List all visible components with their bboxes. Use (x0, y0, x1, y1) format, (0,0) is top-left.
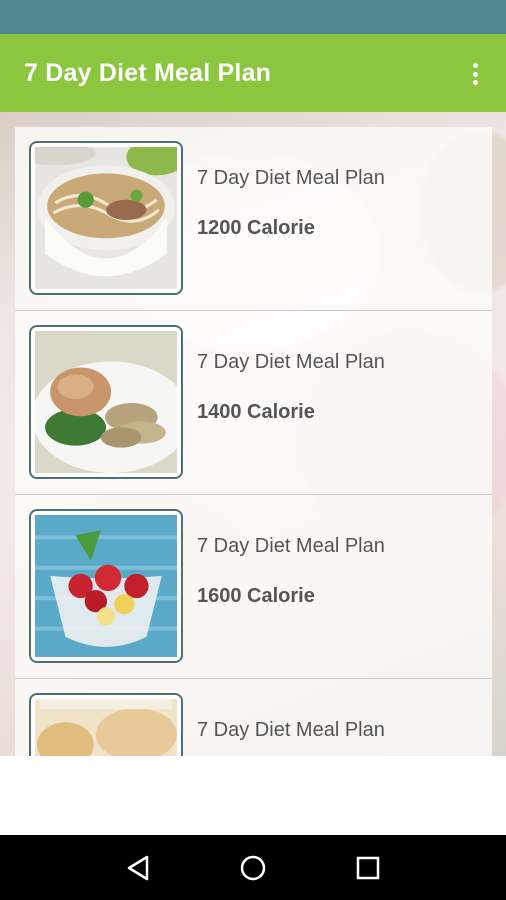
status-bar (0, 0, 506, 34)
app-title: 7 Day Diet Meal Plan (24, 58, 272, 87)
app-bar: 7 Day Diet Meal Plan (0, 34, 506, 112)
meal-plan-card[interactable]: 7 Day Diet Meal Plan 1400 Calorie (15, 311, 492, 495)
recents-square-icon[interactable] (348, 848, 388, 888)
meal-plan-list: 7 Day Diet Meal Plan 1200 Calorie 7 Day … (15, 127, 492, 756)
noodle-soup-image (29, 141, 183, 295)
fruit-parfait-image (29, 509, 183, 663)
chicken-plate-image (29, 325, 183, 479)
plan-calorie: 1400 Calorie (197, 401, 315, 423)
plan-calorie: 1200 Calorie (197, 217, 315, 239)
plan-title: 7 Day Diet Meal Plan (197, 719, 385, 741)
more-vert-icon[interactable] (464, 60, 486, 88)
back-triangle-icon[interactable] (118, 848, 158, 888)
home-circle-icon[interactable] (233, 848, 273, 888)
bread-loaves-image (29, 693, 183, 756)
meal-plan-card[interactable]: 7 Day Diet Meal Plan (15, 679, 492, 756)
meal-plan-card[interactable]: 7 Day Diet Meal Plan 1600 Calorie (15, 495, 492, 679)
plan-title: 7 Day Diet Meal Plan (197, 535, 385, 557)
meal-plan-card[interactable]: 7 Day Diet Meal Plan 1200 Calorie (15, 127, 492, 311)
content-area[interactable]: 7 Day Diet Meal Plan 1200 Calorie 7 Day … (0, 112, 506, 756)
plan-title: 7 Day Diet Meal Plan (197, 351, 385, 373)
empty-area (0, 756, 506, 835)
plan-title: 7 Day Diet Meal Plan (197, 167, 385, 189)
plan-calorie: 1600 Calorie (197, 585, 315, 607)
navigation-bar (0, 835, 506, 900)
